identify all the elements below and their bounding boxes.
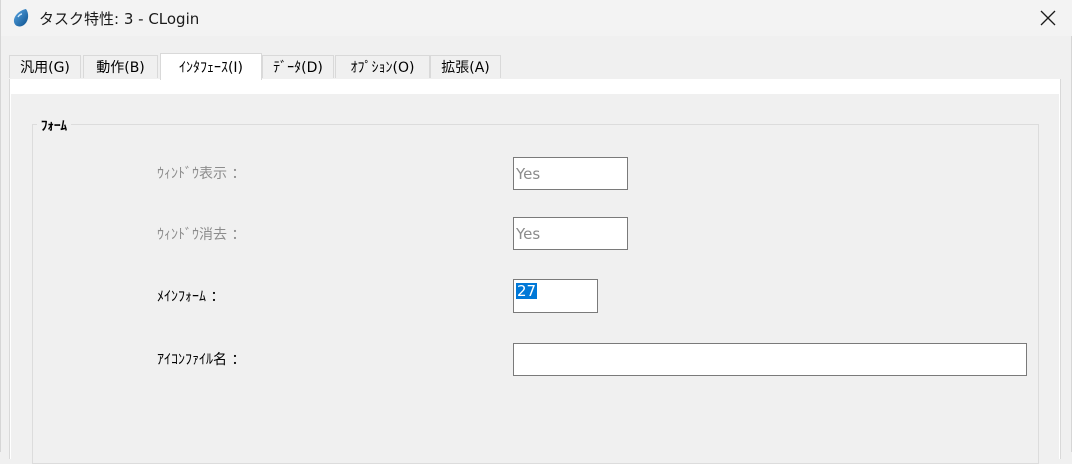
window-show-value: Yes — [516, 164, 541, 183]
tab-data[interactable]: ﾃﾞｰﾀ(D) — [262, 55, 334, 78]
tab-strip: 汎用(G) 動作(B) ｲﾝﾀﾌｪｰｽ(I) ﾃﾞｰﾀ(D) ｵﾌﾟｼｮﾝ(O)… — [9, 53, 1061, 80]
icon-file-input[interactable] — [513, 343, 1027, 376]
main-form-input[interactable]: 27 — [513, 279, 598, 313]
main-form-value: 27 — [516, 282, 538, 300]
icon-file-label: ｱｲｺﾝﾌｧｲﾙ名 ： — [157, 352, 246, 368]
window-close-label: ｳｨﾝﾄﾞｳ消去 ： — [157, 227, 246, 243]
tab-options[interactable]: ｵﾌﾟｼｮﾝ(O) — [335, 55, 430, 78]
form-group-legend: ﾌｫｰﾑ — [37, 115, 71, 134]
interface-tab-panel — [9, 79, 1061, 464]
window-title: タスク特性: 3 - CLogin — [39, 10, 200, 28]
window-show-field: Yes — [513, 157, 628, 190]
main-form-label: ﾒｲﾝﾌｫｰﾑ ： — [157, 289, 225, 305]
title-bar: タスク特性: 3 - CLogin — [1, 0, 1072, 36]
app-droplet-icon — [10, 7, 32, 29]
close-icon — [1040, 10, 1056, 26]
window-show-label: ｳｨﾝﾄﾞｳ表示 ： — [157, 166, 246, 182]
tab-extension[interactable]: 拡張(A) — [430, 55, 501, 78]
close-button[interactable] — [1027, 0, 1069, 36]
tab-interface[interactable]: ｲﾝﾀﾌｪｰｽ(I) — [160, 53, 262, 80]
tab-general[interactable]: 汎用(G) — [9, 55, 81, 78]
window-close-value: Yes — [516, 224, 541, 243]
panel-body — [11, 94, 1059, 464]
task-properties-dialog: タスク特性: 3 - CLogin 汎用(G) 動作(B) ｲﾝﾀﾌｪｰｽ(I)… — [0, 0, 1072, 464]
tab-action[interactable]: 動作(B) — [83, 55, 158, 78]
window-close-field: Yes — [513, 217, 628, 250]
